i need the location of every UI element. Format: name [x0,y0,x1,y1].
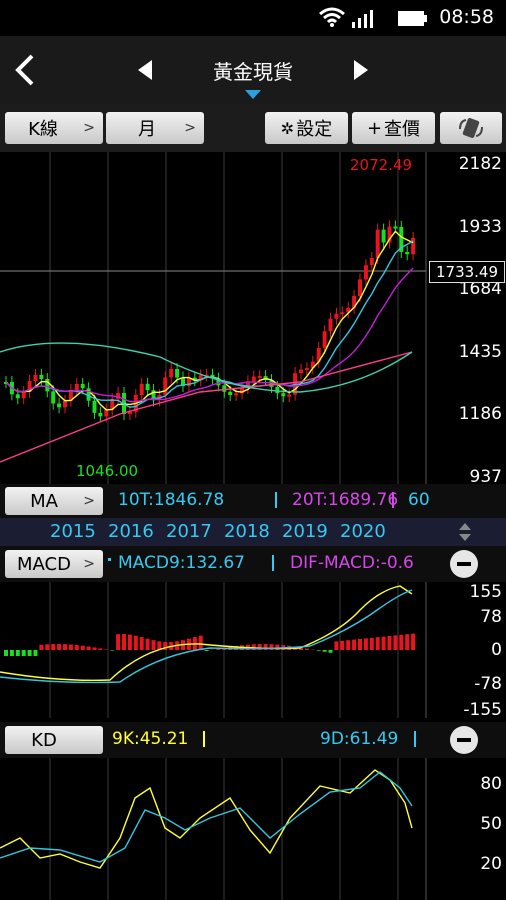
macd-tick: 155 [469,582,502,602]
kd-bar: KD 9K:45.21 9D:61.49 [0,722,506,758]
kd-tick: 20 [480,854,502,874]
ma-label: MA [30,490,58,512]
chevron-right-icon: > [83,120,95,136]
price-tick: 1933 [458,216,502,237]
rotate-screen-icon [459,118,483,138]
low-price-label: 1046.00 [76,462,139,480]
high-price-label: 2072.49 [350,156,413,174]
signal-icon [352,10,373,28]
k-line-button[interactable]: K線 > [5,112,103,144]
macd-axis: 155 78 0 -78 -155 [426,582,504,720]
next-arrow-icon[interactable] [352,58,370,82]
toolbar: K線 > 月 > ✲ 設定 + 查價 [0,104,506,152]
kd-label: KD [31,729,57,751]
macd-tick: -155 [463,700,502,720]
macd-tick: 78 [480,607,502,627]
rotate-button[interactable] [440,112,502,144]
kd-tick: 50 [480,814,502,834]
macd9-value: MACD9:132.67 [118,553,245,573]
current-price-label: 1733.49 [429,261,505,283]
period-button[interactable]: 月 > [106,112,204,144]
ma20-marker-icon [392,492,394,508]
macd-label: MACD [17,553,71,575]
k-line-label: K線 [28,119,58,140]
price-axis: 2182 1933 1684 1435 1186 937 [426,152,504,487]
macd-marker-icon [108,558,111,561]
minus-icon [457,562,471,566]
expand-arrows-icon[interactable] [458,522,472,542]
collapse-macd-button[interactable] [450,550,478,578]
minus-icon [457,738,471,742]
ma-button[interactable]: MA > [5,487,103,515]
year-axis: 2015 2016 2017 2018 2019 2020 [0,518,506,546]
macd9-marker-icon [272,555,274,571]
macd-tick: -78 [474,674,502,694]
year-label: 2015 [50,521,96,542]
collapse-kd-button[interactable] [450,726,478,754]
quote-label: 查價 [384,119,421,140]
ma10-value: 10T:1846.78 [118,490,225,510]
wifi-icon [319,7,345,27]
status-bar: 08:58 [0,0,506,36]
k-value: 9K:45.21 [112,729,189,749]
kd-axis: 80 50 20 [426,758,504,900]
settings-button[interactable]: ✲ 設定 [265,112,348,144]
k-marker-icon [203,731,205,747]
year-label: 2018 [224,521,270,542]
settings-label: 設定 [296,119,333,140]
year-label: 2017 [166,521,212,542]
kd-button[interactable]: KD [5,726,103,754]
chevron-right-icon: > [83,556,95,572]
year-label: 2020 [340,521,386,542]
year-label: 2016 [108,521,154,542]
page-title: 黃金現貨 [213,60,293,84]
year-label: 2019 [282,521,328,542]
chevron-right-icon: > [184,120,196,136]
ma10-marker-icon [275,492,277,508]
status-time: 08:58 [439,6,494,28]
d-marker-icon [414,731,416,747]
kd-tick: 80 [480,774,502,794]
price-tick: 1186 [458,404,502,424]
gear-icon: ✲ [280,118,295,138]
nav-bar: 黃金現貨 [0,36,506,104]
ma-bar: MA > 10T:1846.78 20T:1689.76 60 [0,484,506,518]
quote-button[interactable]: + 查價 [352,112,435,144]
ma60-value: 60 [408,490,430,510]
dropdown-caret-icon [245,90,261,99]
macd-bar: MACD > MACD9:132.67 DIF-MACD:-0.6 [0,546,506,582]
ma20-value: 20T:1689.76 [292,490,399,510]
chevron-right-icon: > [83,493,95,509]
price-tick: 1435 [458,341,502,362]
period-label: 月 [138,119,156,140]
macd-tick: 0 [491,640,502,660]
macd-button[interactable]: MACD > [5,550,103,578]
d-value: 9D:61.49 [320,729,399,749]
price-tick: 2182 [458,154,502,174]
plus-icon: + [366,117,383,139]
dif-value: DIF-MACD:-0.6 [290,553,414,573]
battery-icon [398,11,427,26]
